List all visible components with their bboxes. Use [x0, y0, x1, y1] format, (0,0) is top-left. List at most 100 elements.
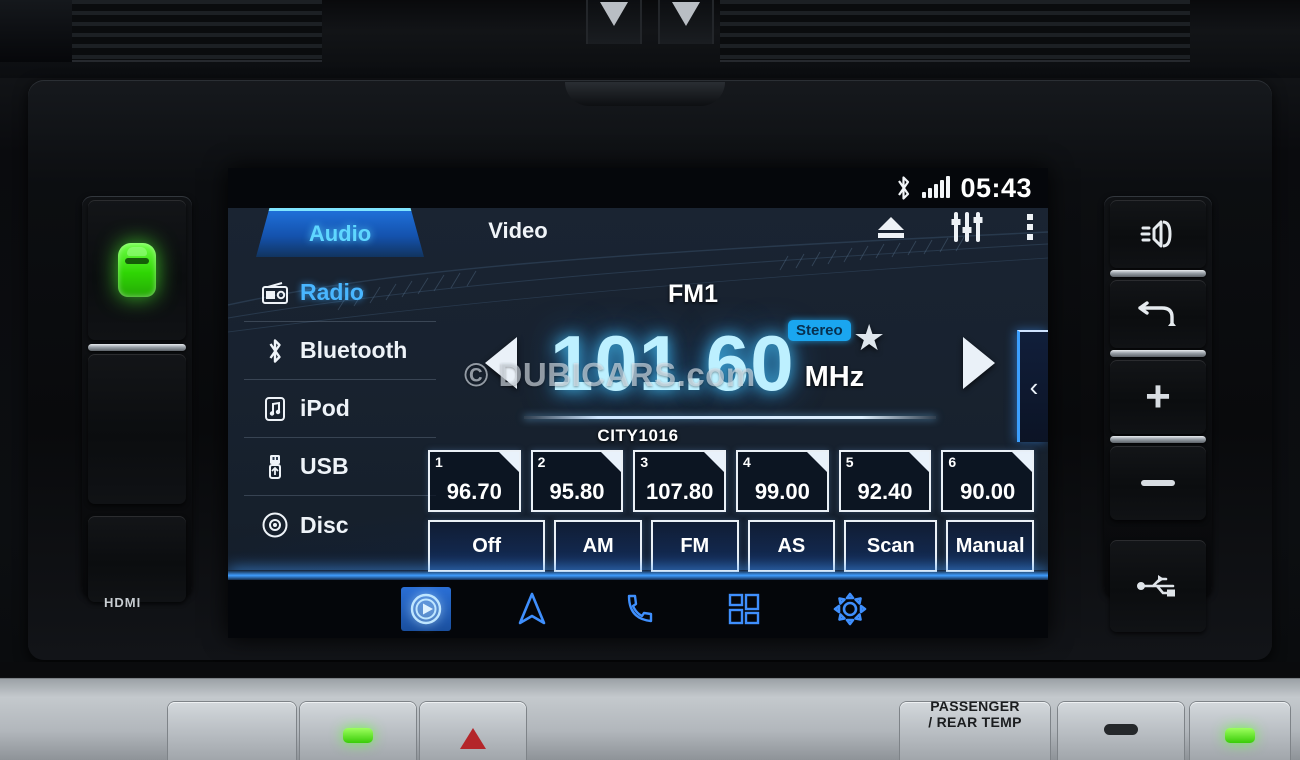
hdmi-label: HDMI: [104, 595, 142, 610]
vent-control-tab-left[interactable]: [586, 0, 642, 44]
usb-icon: [262, 454, 288, 480]
mode-button-as[interactable]: AS: [747, 520, 836, 572]
tab-video[interactable]: Video: [438, 208, 598, 254]
usb-icon: [1137, 575, 1175, 597]
vent-control-tab-right[interactable]: [658, 0, 714, 44]
plus-icon: +: [1145, 372, 1171, 421]
back-home-icon: [1138, 301, 1176, 326]
preset-value: 107.80: [646, 479, 714, 504]
indicator-led-green: [343, 728, 373, 743]
vehicle-status-button[interactable]: [88, 200, 186, 340]
minus-icon: [1141, 480, 1175, 486]
nav-navigation-button[interactable]: [507, 587, 557, 631]
mode-button-am[interactable]: AM: [554, 520, 642, 572]
preset-button-1[interactable]: 1 96.70: [428, 450, 521, 512]
equalizer-icon[interactable]: [950, 212, 984, 242]
sidebar-label-ipod: iPod: [300, 395, 350, 421]
voice-command-icon: [1140, 220, 1172, 248]
frequency-unit: MHz: [804, 361, 865, 393]
frequency-tuner: 101.60 MHz: [478, 308, 1038, 418]
sidebar-item-disc[interactable]: Disc: [244, 496, 436, 554]
nav-media-button[interactable]: [401, 587, 451, 631]
nav-settings-button[interactable]: [825, 587, 875, 631]
preset-fold-corner: [601, 452, 622, 472]
passenger-temp-label: PASSENGER / REAR TEMP: [900, 698, 1050, 730]
air-vent-area: [0, 0, 1300, 78]
preset-fold-corner: [806, 452, 827, 472]
preset-value: 96.70: [446, 479, 502, 504]
sidebar-item-usb[interactable]: USB: [244, 438, 436, 496]
mode-button-manual[interactable]: Manual: [946, 520, 1034, 572]
settings-gear-icon: [833, 592, 867, 626]
nav-glow-strip: [228, 570, 1048, 580]
mode-button-row: Off AM FM AS Scan Manual: [428, 520, 1034, 572]
stereo-badge: Stereo: [788, 320, 851, 341]
passenger-temp-line-2: / REAR TEMP: [928, 714, 1022, 730]
preset-number: 4: [743, 454, 751, 470]
preset-button-6[interactable]: 6 90.00: [941, 450, 1035, 512]
infotainment-screen[interactable]: 05:43 Audio Video Radio Bluetooth iPod U…: [228, 168, 1048, 638]
preset-number: 2: [537, 454, 546, 470]
bluetooth-icon: [262, 338, 288, 364]
preset-button-5[interactable]: 5 92.40: [838, 450, 932, 512]
passenger-temp-line-1: PASSENGER: [930, 698, 1020, 714]
preset-number: 5: [845, 454, 854, 470]
band-label: FM1: [668, 280, 718, 308]
slot-indicator-icon: [1104, 724, 1138, 735]
volume-down-button[interactable]: [1110, 446, 1206, 520]
right-button-divider-3: [1110, 436, 1206, 443]
preset-row: 1 96.70 2 95.80 3 107.80 4 99.00 5 92.40…: [428, 450, 1035, 512]
usb-port-panel[interactable]: [1110, 540, 1206, 632]
left-button-divider-1: [88, 344, 186, 351]
sidebar-item-radio[interactable]: Radio: [244, 264, 436, 322]
right-button-divider-1: [1110, 270, 1206, 277]
preset-value: 95.80: [549, 479, 605, 504]
volume-up-button[interactable]: +: [1110, 360, 1206, 434]
hazard-triangle-icon: [460, 728, 486, 749]
sidebar-label-radio: Radio: [300, 279, 364, 305]
climate-button-2[interactable]: [300, 702, 416, 760]
preset-button-2[interactable]: 2 95.80: [530, 450, 624, 512]
tab-audio[interactable]: Audio: [256, 208, 424, 257]
source-sidebar: Radio Bluetooth iPod USB Disc: [244, 264, 436, 554]
eject-icon[interactable]: [874, 213, 908, 241]
apps-icon: [728, 593, 760, 625]
indicator-led-green-right: [1225, 728, 1255, 743]
preset-fold-corner: [498, 452, 519, 472]
nav-apps-button[interactable]: [719, 587, 769, 631]
signal-bars-icon: [922, 176, 951, 198]
next-station-icon[interactable]: [956, 337, 1002, 389]
preset-value: 99.00: [754, 479, 810, 504]
station-name: CITY1016: [597, 426, 679, 445]
mode-button-off[interactable]: Off: [428, 520, 546, 572]
side-drawer-handle[interactable]: ‹: [1017, 330, 1048, 442]
sidebar-label-bluetooth: Bluetooth: [300, 337, 408, 363]
hazard-button[interactable]: [420, 702, 526, 760]
preset-fold-corner: [909, 452, 930, 472]
mode-button-scan[interactable]: Scan: [844, 520, 938, 572]
preset-button-4[interactable]: 4 99.00: [736, 450, 829, 512]
climate-button-1[interactable]: [168, 702, 296, 760]
left-blank-button[interactable]: [88, 354, 186, 504]
climate-console: PASSENGER / REAR TEMP: [0, 662, 1300, 760]
preset-fold-corner: [704, 452, 725, 472]
nav-phone-button[interactable]: [613, 587, 663, 631]
preset-button-3[interactable]: 3 107.80: [633, 450, 727, 512]
sidebar-item-bluetooth[interactable]: Bluetooth: [244, 322, 436, 380]
top-action-row: [874, 212, 1034, 242]
voice-command-button[interactable]: [1110, 200, 1206, 268]
star-icon[interactable]: ★: [853, 320, 885, 356]
previous-station-icon[interactable]: [478, 337, 524, 389]
preset-value: 92.40: [857, 479, 913, 504]
bluetooth-icon: [898, 176, 910, 200]
clock: 05:43: [960, 172, 1032, 203]
climate-button-right[interactable]: [1190, 702, 1290, 760]
hdmi-port-panel[interactable]: [88, 516, 186, 602]
climate-slot-button[interactable]: [1058, 702, 1184, 760]
more-options-icon[interactable]: [1026, 212, 1034, 242]
preset-number: 6: [948, 454, 957, 470]
back-home-button[interactable]: [1110, 280, 1206, 348]
bottom-nav-bar: [228, 580, 1048, 638]
mode-button-fm[interactable]: FM: [650, 520, 739, 572]
radio-icon: [262, 280, 288, 306]
